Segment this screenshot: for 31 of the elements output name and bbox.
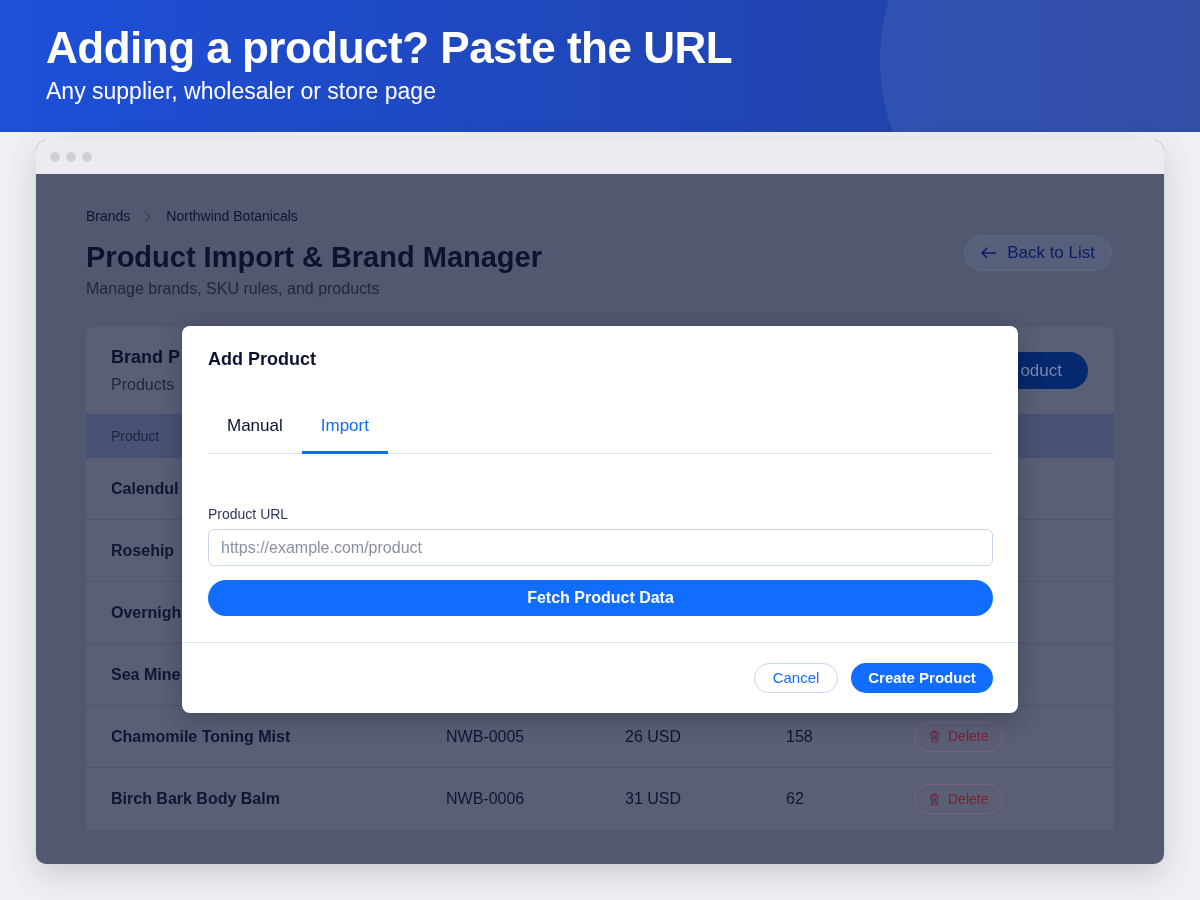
stock-cell-text: 62	[786, 789, 805, 809]
create-product-button[interactable]: Create Product	[851, 663, 993, 693]
banner-subtitle: Any supplier, wholesaler or store page	[46, 77, 437, 106]
sku-cell-text: NWB-0005	[446, 726, 526, 747]
banner-title: Adding a product? Paste the URL	[46, 22, 734, 74]
product-name-cell: Chamomile Toning Mist	[111, 727, 291, 745]
stock-cell-text: 158	[786, 726, 814, 747]
sku-cell-text: NWB-0006	[446, 789, 526, 809]
card-subtitle: Products	[111, 375, 176, 395]
breadcrumb-link[interactable]: Brands	[86, 206, 131, 227]
field-label: Product URL	[208, 505, 289, 524]
breadcrumb-link[interactable]: Northwind Botanicals	[166, 206, 298, 227]
url-input-field[interactable]: https://example.com/product	[208, 529, 993, 566]
card-title: Brand P	[111, 346, 180, 369]
dialog-title: Add Product	[208, 348, 316, 371]
product-name-cell: Calendul	[111, 479, 179, 497]
price-cell-text: 26 USD	[625, 726, 683, 747]
chevron-right-icon	[144, 210, 153, 223]
product-name-cell: Overnigh	[111, 603, 182, 621]
fetch-product-data-button[interactable]: Fetch Product Data	[208, 580, 993, 616]
tab[interactable]: Import	[301, 400, 388, 454]
trash-icon	[929, 792, 940, 806]
price-cell-text: 31 USD	[625, 789, 683, 809]
page-title: Product Import & Brand Manager	[86, 240, 542, 275]
arrow-left-icon	[981, 247, 998, 259]
back-button[interactable]: Back to List	[964, 235, 1112, 271]
product-name-cell: Birch Bark Body Balm	[111, 790, 280, 807]
product-name-cell: Rosehip	[111, 541, 175, 559]
product-name-cell: Sea Mine	[111, 665, 181, 683]
trash-icon	[929, 730, 940, 743]
tab[interactable]: Manual	[208, 400, 302, 454]
